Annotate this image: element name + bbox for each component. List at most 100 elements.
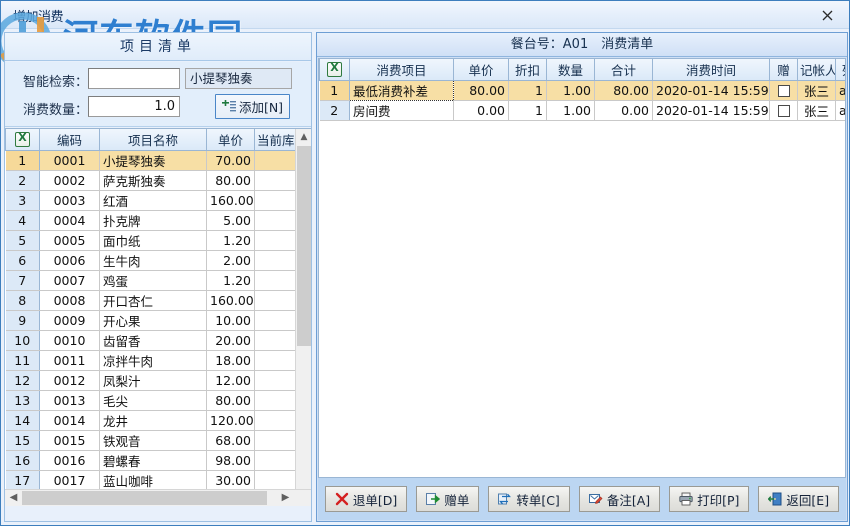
- consumption-row-gift-checkbox[interactable]: [769, 100, 798, 121]
- print-button[interactable]: 打印[P]: [669, 486, 750, 512]
- hscroll-thumb[interactable]: [22, 491, 267, 505]
- consumption-row-price[interactable]: 80.00: [453, 80, 509, 101]
- consumption-row-number[interactable]: 1: [319, 80, 350, 101]
- return-button[interactable]: 返回[E]: [758, 486, 840, 512]
- refund-order-button[interactable]: 退单[D]: [324, 486, 408, 512]
- item-row-code[interactable]: 0002: [39, 170, 100, 191]
- item-row-name[interactable]: 开口杏仁: [99, 290, 207, 311]
- consumption-row-discount[interactable]: 1: [508, 100, 547, 121]
- item-row-stock[interactable]: [254, 170, 296, 191]
- item-row[interactable]: 16 0016 碧螺春 98.00: [5, 450, 296, 471]
- item-row[interactable]: 11 0011 凉拌牛肉 18.00: [5, 350, 296, 371]
- item-row-name[interactable]: 扑克牌: [99, 210, 207, 231]
- excel-export-header[interactable]: [5, 129, 40, 151]
- item-row-number[interactable]: 17: [5, 470, 40, 491]
- item-row[interactable]: 12 0012 凤梨汁 12.00: [5, 370, 296, 391]
- quantity-input[interactable]: [88, 96, 180, 117]
- note-button[interactable]: 备注[A]: [578, 486, 661, 512]
- item-row-price[interactable]: 160.00: [206, 290, 255, 311]
- item-row[interactable]: 7 0007 鸡蛋 1.20: [5, 270, 296, 291]
- item-row-price[interactable]: 20.00: [206, 330, 255, 351]
- col-header-stock[interactable]: 当前库存: [254, 129, 296, 151]
- item-row-stock[interactable]: [254, 350, 296, 371]
- item-row[interactable]: 6 0006 生牛肉 2.00: [5, 250, 296, 271]
- item-row-price[interactable]: 30.00: [206, 470, 255, 491]
- item-row-name[interactable]: 龙井: [99, 410, 207, 431]
- item-row-code[interactable]: 0006: [39, 250, 100, 271]
- item-row-name[interactable]: 蓝山咖啡: [99, 470, 207, 491]
- item-row-number[interactable]: 5: [5, 230, 40, 251]
- item-row-price[interactable]: 120.00: [206, 410, 255, 431]
- col-header-name[interactable]: 项目名称: [99, 129, 207, 151]
- item-row-number[interactable]: 2: [5, 170, 40, 191]
- item-row-code[interactable]: 0014: [39, 410, 100, 431]
- item-row[interactable]: 4 0004 扑克牌 5.00: [5, 210, 296, 231]
- item-row-number[interactable]: 8: [5, 290, 40, 311]
- add-item-button[interactable]: 添加[N]: [215, 94, 290, 119]
- consumption-row-time[interactable]: 2020-01-14 15:59:07: [652, 100, 770, 121]
- item-row[interactable]: 2 0002 萨克斯独奏 80.00: [5, 170, 296, 191]
- item-row-stock[interactable]: [254, 430, 296, 451]
- item-row-code[interactable]: 0003: [39, 190, 100, 211]
- item-row-code[interactable]: 0005: [39, 230, 100, 251]
- col-header-quantity[interactable]: 数量: [546, 59, 595, 81]
- col-header-price[interactable]: 单价: [206, 129, 255, 151]
- excel-export-header-right[interactable]: [319, 59, 350, 81]
- item-list-horizontal-scrollbar[interactable]: ◀ ▶: [5, 489, 311, 506]
- item-row-stock[interactable]: [254, 330, 296, 351]
- item-row-number[interactable]: 13: [5, 390, 40, 411]
- item-row-price[interactable]: 160.00: [206, 190, 255, 211]
- item-row-price[interactable]: 1.20: [206, 230, 255, 251]
- item-row-number[interactable]: 7: [5, 270, 40, 291]
- item-row-code[interactable]: 0013: [39, 390, 100, 411]
- item-row-name[interactable]: 萨克斯独奏: [99, 170, 207, 191]
- item-row-stock[interactable]: [254, 150, 296, 171]
- item-row-code[interactable]: 0004: [39, 210, 100, 231]
- item-row-price[interactable]: 2.00: [206, 250, 255, 271]
- item-row-number[interactable]: 14: [5, 410, 40, 431]
- item-row-stock[interactable]: [254, 190, 296, 211]
- item-row-price[interactable]: 1.20: [206, 270, 255, 291]
- consumption-row-quantity[interactable]: 1.00: [546, 100, 595, 121]
- item-row-price[interactable]: 80.00: [206, 390, 255, 411]
- item-row-stock[interactable]: [254, 230, 296, 251]
- item-row-number[interactable]: 3: [5, 190, 40, 211]
- item-row-stock[interactable]: [254, 370, 296, 391]
- consumption-grid[interactable]: 消费项目 单价 折扣 数量 合计 消费时间 赠 记帐人 列 1最低消费补差80.…: [318, 58, 846, 478]
- item-row[interactable]: 14 0014 龙井 120.00: [5, 410, 296, 431]
- consumption-row-item[interactable]: 最低消费补差: [349, 79, 454, 101]
- item-row-name[interactable]: 齿留香: [99, 330, 207, 351]
- consumption-row-gift-checkbox[interactable]: [769, 80, 798, 101]
- item-row-name[interactable]: 生牛肉: [99, 250, 207, 271]
- consumption-row-extra[interactable]: als: [835, 100, 845, 121]
- consumption-row-quantity[interactable]: 1.00: [546, 80, 595, 101]
- consumption-row-total[interactable]: 0.00: [594, 100, 653, 121]
- consumption-row-total[interactable]: 80.00: [594, 80, 653, 101]
- item-row[interactable]: 8 0008 开口杏仁 160.00: [5, 290, 296, 311]
- col-header-unit-price[interactable]: 单价: [453, 59, 509, 81]
- item-row[interactable]: 5 0005 面巾纸 1.20: [5, 230, 296, 251]
- item-row-code[interactable]: 0017: [39, 470, 100, 491]
- scroll-up-button[interactable]: ▲: [296, 129, 311, 145]
- item-row-stock[interactable]: [254, 410, 296, 431]
- item-row-price[interactable]: 98.00: [206, 450, 255, 471]
- item-row-price[interactable]: 5.00: [206, 210, 255, 231]
- item-row[interactable]: 10 0010 齿留香 20.00: [5, 330, 296, 351]
- item-list-grid[interactable]: 编码 项目名称 单价 当前库存 10001小提琴独奏70.0020002萨克斯独…: [5, 128, 311, 506]
- item-row-code[interactable]: 0001: [39, 150, 100, 171]
- item-row-name[interactable]: 碧螺春: [99, 450, 207, 471]
- consumption-row-number[interactable]: 2: [319, 100, 350, 121]
- transfer-order-button[interactable]: 转单[C]: [488, 486, 570, 512]
- item-row-stock[interactable]: [254, 270, 296, 291]
- item-row[interactable]: 13 0013 毛尖 80.00: [5, 390, 296, 411]
- col-header-operator[interactable]: 记帐人: [797, 59, 836, 81]
- scroll-thumb[interactable]: [297, 146, 311, 346]
- search-input[interactable]: [88, 68, 180, 89]
- scroll-left-button[interactable]: ◀: [5, 490, 22, 506]
- col-header-consume-item[interactable]: 消费项目: [349, 59, 454, 81]
- item-row-stock[interactable]: [254, 450, 296, 471]
- item-row-code[interactable]: 0016: [39, 450, 100, 471]
- consumption-row-item[interactable]: 房间费: [349, 100, 454, 121]
- item-row-price[interactable]: 70.00: [206, 150, 255, 171]
- consumption-row-discount[interactable]: 1: [508, 80, 547, 101]
